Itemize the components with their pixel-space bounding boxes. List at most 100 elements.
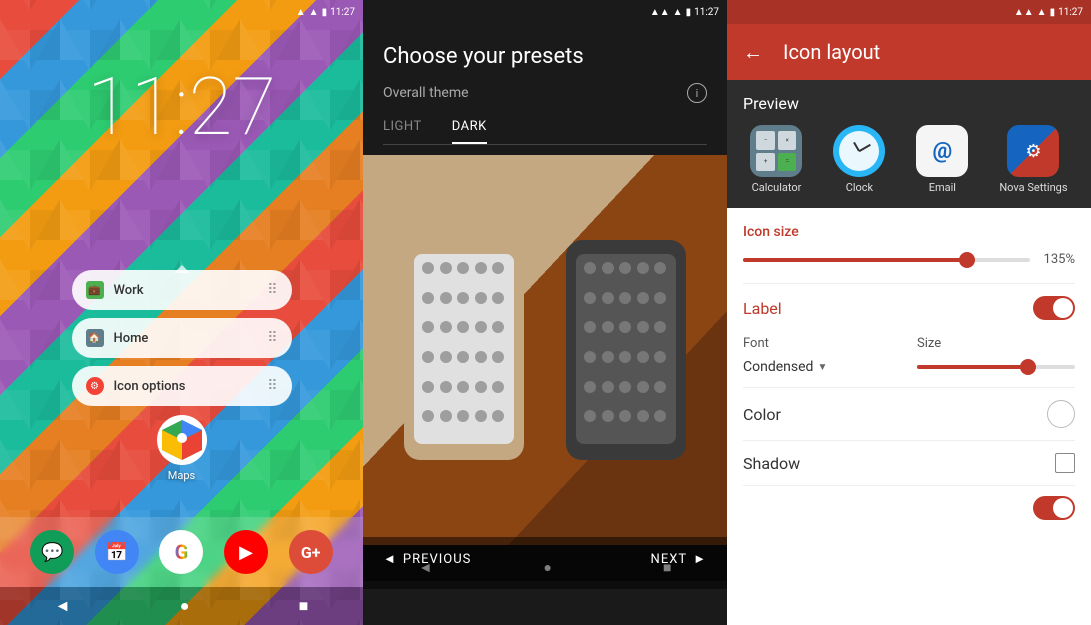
home-clock: 11:27 <box>0 60 363 154</box>
app-dot <box>457 410 469 422</box>
app-dot <box>619 292 631 304</box>
calculator-label: Calculator <box>752 181 802 194</box>
home-screen-panel: ▲ ▲ ▮ 11:27 11:27 💼 Work ⠿ 🏠 Home <box>0 0 363 625</box>
app-dot <box>475 262 487 274</box>
slider-thumb[interactable] <box>1020 359 1036 375</box>
info-icon[interactable]: i <box>687 83 707 103</box>
icon-layout-header: ← Icon layout <box>727 24 1091 80</box>
signal-icon: ▲ <box>296 7 306 18</box>
battery-icon: ▮ <box>1050 7 1056 18</box>
signal-icon: ▲▲ <box>1014 7 1034 18</box>
extra-setting-row <box>727 486 1091 530</box>
app-dot <box>457 262 469 274</box>
app-dot <box>654 292 666 304</box>
recents-button[interactable]: ■ <box>299 596 309 616</box>
app-dot <box>654 381 666 393</box>
home-label: Home <box>114 331 149 346</box>
app-dot <box>492 381 504 393</box>
font-column: Font Condensed ▼ <box>743 336 901 375</box>
back-button[interactable]: ◄ <box>55 596 71 616</box>
app-dot <box>492 292 504 304</box>
shadow-checkbox[interactable] <box>1055 453 1075 473</box>
time-display: 11:27 <box>330 7 355 18</box>
icon-options-label: Icon options <box>114 379 186 394</box>
calculator-icon-item: − × + = Calculator <box>750 125 802 194</box>
back-button[interactable]: ← <box>743 40 763 65</box>
email-icon: @ <box>916 125 968 177</box>
home-button[interactable]: ● <box>180 596 190 616</box>
icon-size-title: Icon size <box>743 224 1075 240</box>
app-dot <box>422 292 434 304</box>
google-icon[interactable]: G <box>159 530 203 574</box>
app-dot <box>422 410 434 422</box>
email-icon-item: @ Email <box>916 125 968 194</box>
font-selector[interactable]: Condensed ▼ <box>743 359 901 375</box>
calendar-icon[interactable]: 📅 <box>95 530 139 574</box>
hangouts-icon[interactable]: 💬 <box>30 530 74 574</box>
gplus-icon[interactable]: G+ <box>289 530 333 574</box>
font-value: Condensed <box>743 359 813 375</box>
label-row: Label <box>727 284 1091 332</box>
previous-button[interactable]: ◄ PREVIOUS <box>383 551 471 567</box>
tab-light[interactable]: LIGHT <box>383 119 422 144</box>
app-dot <box>654 351 666 363</box>
app-dot <box>584 381 596 393</box>
gear-icon: ⚙ <box>1025 141 1041 162</box>
app-dot <box>637 351 649 363</box>
work-shortcut[interactable]: 💼 Work ⠿ <box>72 270 292 310</box>
prev-arrow-icon: ◄ <box>383 551 397 567</box>
slider-thumb[interactable] <box>959 252 975 268</box>
youtube-icon[interactable]: ▶ <box>224 530 268 574</box>
work-icon: 💼 <box>86 281 104 299</box>
drag-handle: ⠿ <box>267 378 277 394</box>
status-icons: ▲ ▲ ▮ 11:27 <box>296 7 355 18</box>
color-picker[interactable] <box>1047 400 1075 428</box>
app-dot <box>422 381 434 393</box>
app-dot <box>457 292 469 304</box>
font-size-slider[interactable] <box>917 365 1075 369</box>
presets-content: Choose your presets Overall theme i LIGH… <box>363 24 727 145</box>
app-dot <box>440 410 452 422</box>
battery-icon: ▮ <box>322 7 328 18</box>
tab-dark[interactable]: DARK <box>452 119 487 144</box>
icons-preview-row: − × + = Calculator Clock <box>743 125 1075 194</box>
dark-theme-phone <box>566 240 686 460</box>
overall-theme-row: Overall theme i <box>383 83 707 103</box>
home-icon: 🏠 <box>86 329 104 347</box>
app-dot <box>475 351 487 363</box>
app-dot <box>422 351 434 363</box>
app-dot <box>602 292 614 304</box>
label-toggle[interactable] <box>1033 296 1075 320</box>
app-dot <box>602 351 614 363</box>
wifi-icon: ▲ <box>1037 7 1047 18</box>
icon-size-slider[interactable] <box>743 258 1030 262</box>
icon-settings-section: Icon size 135% Label Font Condensed ▼ <box>727 208 1091 625</box>
icon-size-slider-row: 135% <box>743 252 1075 267</box>
home-shortcut[interactable]: 🏠 Home ⠿ <box>72 318 292 358</box>
wifi-icon: ▲ <box>673 7 683 18</box>
nova-settings-label: Nova Settings <box>999 181 1067 194</box>
time-display: 11:27 <box>694 7 719 18</box>
app-dot <box>584 292 596 304</box>
font-size-row: Font Condensed ▼ Size <box>727 332 1091 387</box>
maps-app-icon[interactable]: Maps <box>157 415 207 482</box>
status-icons: ▲▲ ▲ ▮ 11:27 <box>1014 7 1083 18</box>
calculator-icon: − × + = <box>750 125 802 177</box>
status-bar: ▲▲ ▲ ▮ 11:27 <box>727 0 1091 24</box>
app-dot <box>619 410 631 422</box>
dropdown-arrow-icon: ▼ <box>817 362 827 373</box>
app-dot <box>619 381 631 393</box>
icon-size-group: Icon size 135% <box>727 208 1091 267</box>
signal-icon: ▲▲ <box>650 7 670 18</box>
icon-options-shortcut[interactable]: ⚙ Icon options ⠿ <box>72 366 292 406</box>
color-row: Color <box>727 388 1091 440</box>
email-at-symbol: @ <box>933 139 953 164</box>
app-dot <box>440 292 452 304</box>
app-dot <box>457 321 469 333</box>
app-dot <box>602 321 614 333</box>
next-button[interactable]: NEXT ► <box>651 551 707 567</box>
extra-toggle[interactable] <box>1033 496 1075 520</box>
app-dot <box>637 321 649 333</box>
overall-theme-label: Overall theme <box>383 85 469 101</box>
email-label: Email <box>929 181 956 194</box>
